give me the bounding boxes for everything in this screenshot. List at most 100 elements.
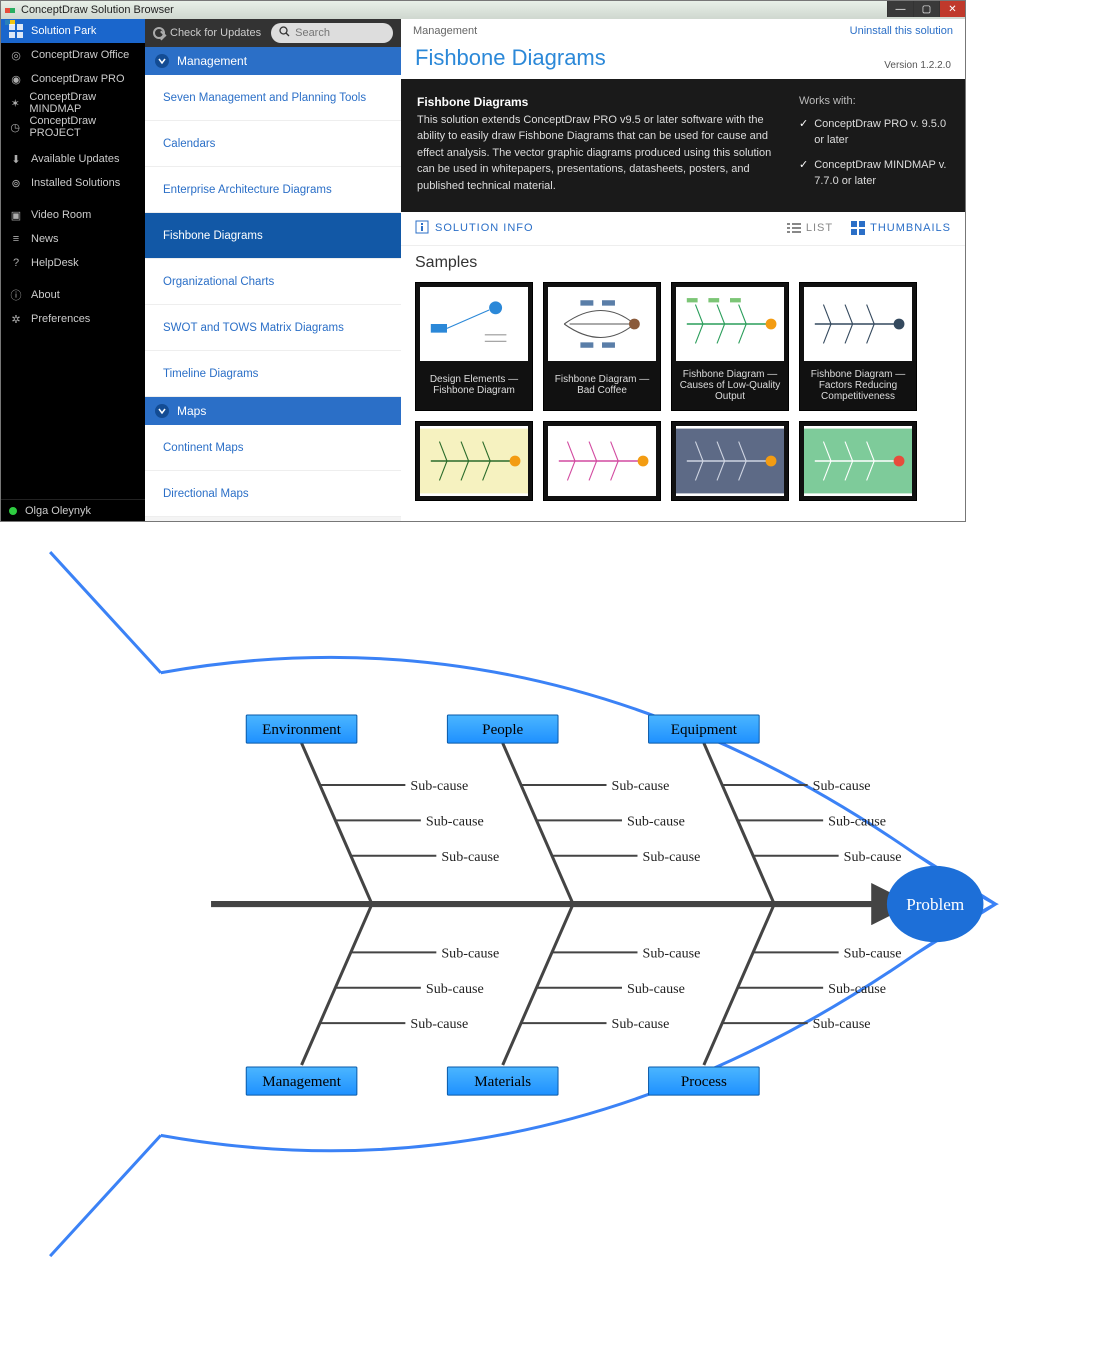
category-label: People [482,722,523,738]
thumbnails-icon [851,221,865,235]
subcause-label: Sub-cause [627,813,685,829]
title-bar: ConceptDraw Solution Browser — ▢ ✕ [1,1,965,19]
user-status[interactable]: Olga Oleynyk [1,499,145,521]
subcause-label: Sub-cause [441,849,499,865]
sample-card[interactable] [415,421,533,501]
app-window: ConceptDraw Solution Browser — ▢ ✕ Solut… [0,0,966,522]
subcause-label: Sub-cause [844,849,902,865]
fishbone-diagram: Problem Environment Sub-cause Sub-cause Sub… [0,522,1106,1306]
sidebar-item-helpdesk[interactable]: ?HelpDesk [1,251,145,275]
status-dot-icon [9,507,17,515]
help-icon: ? [9,256,23,270]
sidebar-item-installed[interactable]: ⊚Installed Solutions [1,171,145,195]
subcause-label: Sub-cause [410,778,468,794]
solution-hero: Fishbone Diagrams This solution extends … [401,79,965,212]
tab-solution-info[interactable]: SOLUTION INFO [415,220,534,237]
sample-card[interactable]: Fishbone Diagram — Factors Reducing Comp… [799,282,917,411]
sample-card[interactable]: Fishbone Diagram — Causes of Low-Quality… [671,282,789,411]
window-maximize-button[interactable]: ▢ [913,1,939,17]
nav-item[interactable]: Organizational Charts [145,259,401,305]
nav-item[interactable]: Fishbone Diagrams [145,213,401,259]
sidebar-item-office[interactable]: ◎ConceptDraw Office [1,43,145,67]
nav-item[interactable]: Continent Maps [145,425,401,471]
chevron-down-icon [155,404,169,418]
check-updates-button[interactable]: Check for Updates [153,27,261,39]
sample-thumbnail [804,287,912,361]
sample-card[interactable] [799,421,917,501]
bulb-icon: ✶ [9,96,21,110]
refresh-icon [153,27,165,39]
nav-item[interactable]: Timeline Diagrams [145,351,401,397]
sample-card[interactable]: Design Elements — Fishbone Diagram [415,282,533,411]
list-icon: ≡ [9,232,23,246]
nav-item[interactable]: Seven Management and Planning Tools [145,75,401,121]
category-label: Environment [262,722,342,738]
sample-caption: Design Elements — Fishbone Diagram [416,365,532,409]
sample-thumbnail [804,426,912,496]
disk-icon: ⊚ [9,176,23,190]
content-area: Management Uninstall this solution Fishb… [401,19,965,521]
target-icon: ◎ [9,48,23,62]
subcause-label: Sub-cause [813,778,871,794]
works-with-header: Works with: [799,93,949,110]
search-box[interactable] [271,23,393,43]
nav-item[interactable]: Enterprise Architecture Diagrams [145,167,401,213]
play-icon: ▣ [9,208,23,222]
sample-caption: Fishbone Diagram — Bad Coffee [544,365,660,409]
breadcrumb: Management [413,25,477,37]
sample-thumbnail [548,287,656,361]
subcause-label: Sub-cause [813,1016,871,1032]
sidebar-item-about[interactable]: ⓘAbout [1,283,145,307]
sidebar-item-available-updates[interactable]: ⬇Available Updates [1,147,145,171]
window-close-button[interactable]: ✕ [939,1,965,17]
category-label: Management [262,1074,342,1090]
clock-icon: ◷ [9,120,21,134]
subcause-label: Sub-cause [828,981,886,997]
problem-label: Problem [906,895,965,914]
version-label: Version 1.2.2.0 [884,60,951,71]
search-icon [279,26,290,40]
nav-item[interactable]: Calendars [145,121,401,167]
samples-header: Samples [415,254,951,272]
sidebar-item-preferences[interactable]: ✲Preferences [1,307,145,331]
category-label: Materials [474,1074,531,1090]
nav-group-header[interactable]: Maps [145,397,401,425]
sample-thumbnail [420,426,528,496]
gear-icon: ✲ [9,312,23,326]
subcause-label: Sub-cause [627,981,685,997]
sample-card[interactable] [543,421,661,501]
view-list-button[interactable]: LIST [787,221,833,235]
sample-caption: Fishbone Diagram — Factors Reducing Comp… [800,365,916,410]
download-icon: ⬇ [9,152,23,166]
page-title: Fishbone Diagrams [415,45,606,71]
sidebar-item-solution-park[interactable]: Solution Park [1,19,145,43]
subcause-label: Sub-cause [426,981,484,997]
window-minimize-button[interactable]: — [887,1,913,17]
list-icon [787,221,801,235]
sidebar-item-pro[interactable]: ◉ConceptDraw PRO [1,67,145,91]
sample-thumbnail [420,287,528,361]
check-icon: ✓ [799,157,808,190]
nav-item[interactable]: Directional Maps [145,471,401,517]
subcause-label: Sub-cause [643,849,701,865]
sample-card[interactable] [671,421,789,501]
sample-thumbnail [676,287,784,361]
primary-sidebar: Solution Park ◎ConceptDraw Office ◉Conce… [1,19,145,521]
search-input[interactable] [295,27,385,39]
circle-icon: ◉ [9,72,23,86]
nav-group-header[interactable]: Management [145,47,401,75]
sample-thumbnail [548,426,656,496]
grid-icon [9,24,23,38]
sample-card[interactable]: Fishbone Diagram — Bad Coffee [543,282,661,411]
nav-item[interactable]: SWOT and TOWS Matrix Diagrams [145,305,401,351]
hero-title: Fishbone Diagrams [417,95,528,109]
hero-body: This solution extends ConceptDraw PRO v9… [417,114,771,192]
view-thumbnails-button[interactable]: THUMBNAILS [851,221,951,235]
subcause-label: Sub-cause [828,813,886,829]
info-icon: ⓘ [9,288,23,302]
sidebar-item-video[interactable]: ▣Video Room [1,203,145,227]
sidebar-item-mindmap[interactable]: ✶ConceptDraw MINDMAP [1,91,145,115]
uninstall-link[interactable]: Uninstall this solution [850,25,953,37]
sidebar-item-project[interactable]: ◷ConceptDraw PROJECT [1,115,145,139]
sidebar-item-news[interactable]: ≡News [1,227,145,251]
